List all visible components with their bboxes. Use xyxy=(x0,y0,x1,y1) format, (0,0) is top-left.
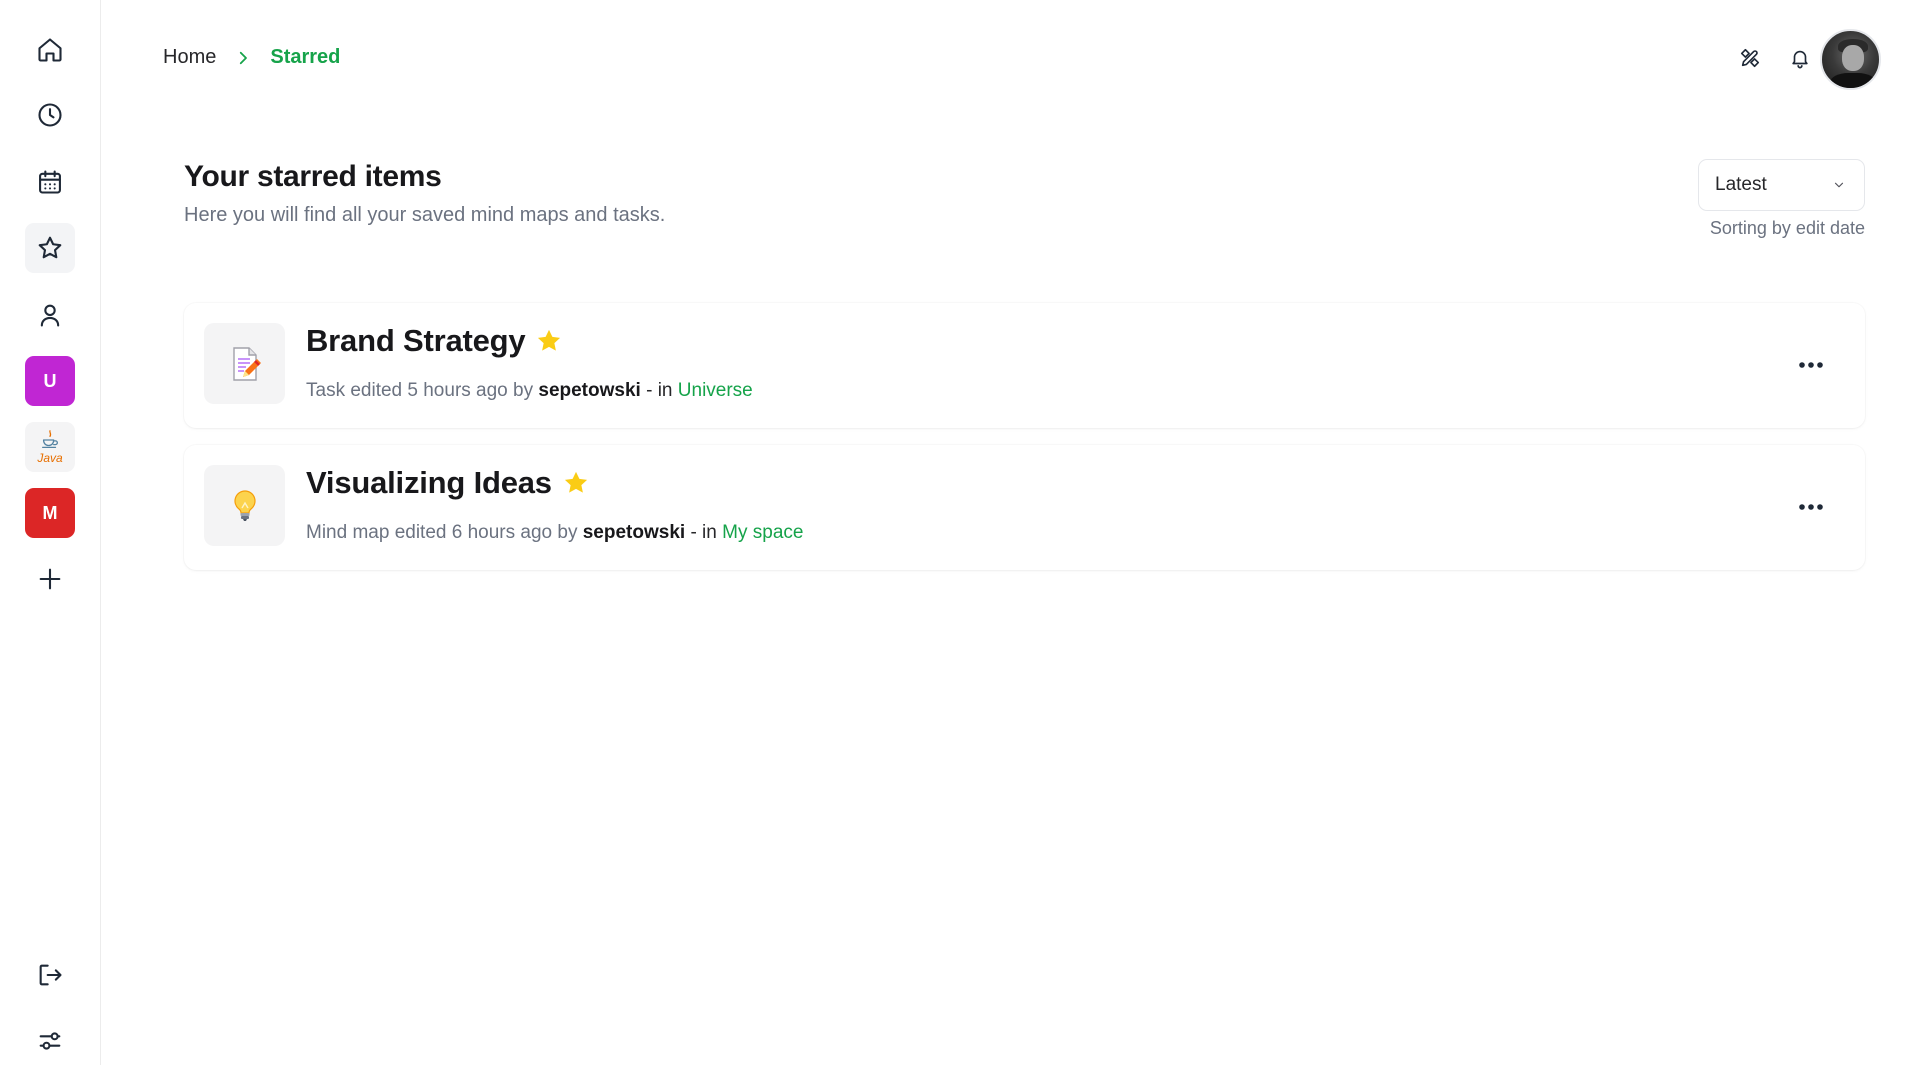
bell-icon xyxy=(1792,50,1808,69)
sidebar-profile-button[interactable] xyxy=(25,290,75,340)
lightbulb-icon xyxy=(233,489,256,521)
item-author: sepetowski xyxy=(538,380,641,401)
java-cup-icon xyxy=(42,430,58,448)
avatar[interactable] xyxy=(1820,29,1881,90)
item-space-link[interactable]: My space xyxy=(722,522,803,543)
workspace-u-label: U xyxy=(43,370,57,391)
item-meta: Task edited 5 hours ago by sepetowski - … xyxy=(306,380,753,402)
sidebar-starred-button[interactable] xyxy=(25,223,75,273)
item-space-link[interactable]: Universe xyxy=(678,380,753,401)
item-thumbnail xyxy=(204,323,285,404)
sidebar-recent-button[interactable] xyxy=(25,90,75,140)
sliders-icon xyxy=(39,1032,61,1050)
item-thumbnail xyxy=(204,465,285,546)
home-icon xyxy=(38,38,62,62)
star-filled-icon[interactable] xyxy=(535,327,563,355)
item-meta-prefix: Mind map edited 6 hours ago by xyxy=(306,522,578,543)
more-horizontal-icon xyxy=(1799,504,1823,510)
tools-button[interactable] xyxy=(1736,44,1764,72)
workspace-u-button[interactable]: U xyxy=(25,356,75,406)
breadcrumb: Home Starred xyxy=(163,46,340,69)
item-meta: Mind map edited 6 hours ago by sepetowsk… xyxy=(306,522,803,544)
document-pencil-icon xyxy=(232,346,261,381)
more-options-button[interactable] xyxy=(1793,347,1829,383)
item-title-row: Brand Strategy xyxy=(306,323,563,359)
more-horizontal-icon xyxy=(1799,362,1823,368)
starred-item-card[interactable]: Brand Strategy Task edited 5 hours ago b… xyxy=(184,303,1865,428)
sidebar: U Java M xyxy=(0,0,101,1065)
chevron-down-icon xyxy=(1834,182,1844,188)
item-title[interactable]: Visualizing Ideas xyxy=(306,465,552,501)
item-meta-separator: - in xyxy=(646,380,673,401)
starred-item-card[interactable]: Visualizing Ideas Mind map edited 6 hour… xyxy=(184,445,1865,570)
avatar-face xyxy=(1842,45,1864,71)
workspace-java-label: Java xyxy=(37,451,63,465)
workspace-java-button[interactable]: Java xyxy=(25,422,75,472)
item-author: sepetowski xyxy=(582,522,686,543)
clock-icon xyxy=(38,103,62,127)
add-workspace-button[interactable] xyxy=(25,554,75,604)
sidebar-calendar-button[interactable] xyxy=(25,157,75,207)
item-meta-prefix: Task edited 5 hours ago by xyxy=(306,380,534,401)
breadcrumb-current: Starred xyxy=(270,46,341,68)
settings-button[interactable] xyxy=(25,1016,75,1065)
sort-select-value: Latest xyxy=(1715,174,1767,195)
logout-button[interactable] xyxy=(25,950,75,1000)
workspace-m-button[interactable]: M xyxy=(25,488,75,538)
page-title: Your starred items xyxy=(184,160,442,193)
plus-icon xyxy=(39,568,61,590)
workspace-m-label: M xyxy=(42,502,58,523)
page-subtitle: Here you will find all your saved mind m… xyxy=(184,204,666,226)
sidebar-home-button[interactable] xyxy=(25,25,75,75)
star-filled-icon[interactable] xyxy=(562,469,590,497)
notifications-button[interactable] xyxy=(1786,44,1814,72)
more-options-button[interactable] xyxy=(1793,489,1829,525)
item-title-row: Visualizing Ideas xyxy=(306,465,590,501)
item-title[interactable]: Brand Strategy xyxy=(306,323,526,359)
user-icon xyxy=(40,304,60,327)
breadcrumb-home-link[interactable]: Home xyxy=(163,46,216,69)
logout-icon xyxy=(39,964,62,986)
chevron-right-icon xyxy=(234,49,252,67)
item-meta-separator: - in xyxy=(690,522,717,543)
calendar-icon xyxy=(39,170,61,194)
sort-caption: Sorting by edit date xyxy=(1709,218,1865,238)
sort-select[interactable]: Latest xyxy=(1698,159,1865,211)
pencil-ruler-icon xyxy=(1740,48,1760,68)
avatar-body xyxy=(1830,73,1876,88)
star-outline-icon xyxy=(38,236,62,259)
